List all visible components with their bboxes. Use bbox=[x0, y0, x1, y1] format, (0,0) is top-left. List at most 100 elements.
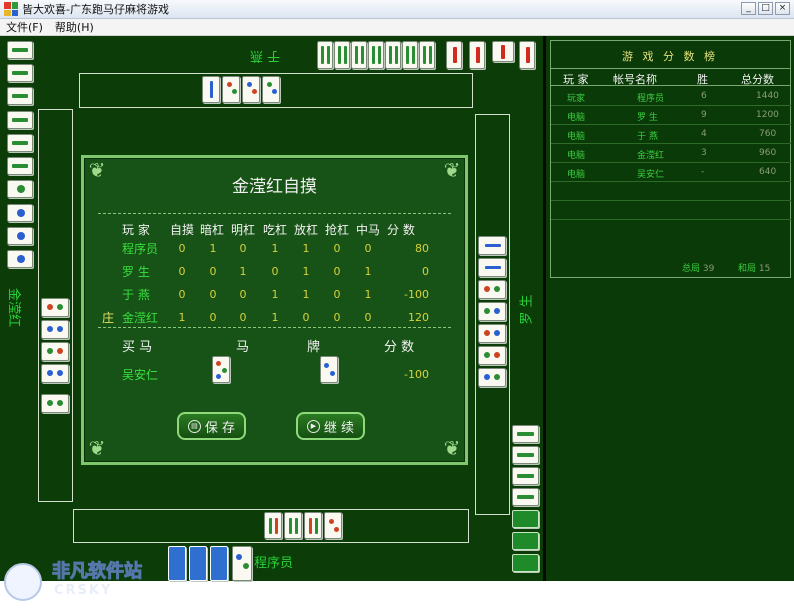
south-discard-tile bbox=[264, 512, 282, 539]
north-hand-tile bbox=[419, 41, 435, 69]
east-hand-tile bbox=[512, 425, 539, 443]
scoreboard-title: 游 戏 分 数 榜 bbox=[622, 50, 718, 63]
row-value: 0 bbox=[178, 288, 186, 301]
buy-header-player: 买 马 bbox=[122, 340, 153, 355]
south-hand-tile[interactable] bbox=[210, 546, 228, 581]
row-value: 1 bbox=[178, 311, 186, 324]
south-hand-tile[interactable] bbox=[168, 546, 186, 581]
scoreboard-header: 玩 家 帐号名称 胜 总分数 bbox=[551, 68, 791, 86]
west-hand-tile bbox=[7, 64, 33, 82]
row-value: 0 bbox=[333, 311, 341, 324]
scoreboard-row: 玩家 程序员 6 1440 bbox=[551, 87, 791, 106]
east-discard-tile bbox=[478, 346, 506, 365]
north-hand-tile bbox=[334, 41, 350, 69]
col-header-minggang: 明杠 bbox=[231, 223, 256, 237]
title-bar: 皆大欢喜-广东跑马仔麻将游戏 _ □ × bbox=[0, 0, 794, 19]
continue-button[interactable]: ▶ 继 续 bbox=[296, 412, 365, 440]
west-hand-tile bbox=[7, 87, 33, 105]
east-hand-tile bbox=[512, 554, 539, 572]
close-button[interactable]: × bbox=[775, 2, 790, 15]
sb-type: 电脑 bbox=[567, 113, 586, 123]
scoreboard-row: 电脑 于 燕 4 760 bbox=[551, 125, 791, 144]
save-button-label: 保 存 bbox=[204, 420, 236, 436]
row-value: 1 bbox=[271, 242, 279, 255]
north-discard-tile bbox=[222, 76, 240, 103]
row-value: 0 bbox=[302, 311, 310, 324]
window-title: 皆大欢喜-广东跑马仔麻将游戏 bbox=[22, 3, 169, 16]
sb-wins: 9 bbox=[701, 110, 707, 120]
sb-total: 640 bbox=[759, 167, 777, 177]
row-score: 120 bbox=[408, 311, 429, 324]
row-value: 1 bbox=[271, 288, 279, 301]
row-value: 0 bbox=[209, 311, 217, 324]
row-value: 0 bbox=[364, 311, 372, 324]
east-hand-tile bbox=[512, 467, 539, 485]
sb-wins: 3 bbox=[701, 148, 707, 158]
north-hand-tile bbox=[446, 41, 462, 69]
sb-total: 1200 bbox=[756, 110, 779, 120]
sb-total: 1440 bbox=[756, 91, 779, 101]
buy-header-score: 分 数 bbox=[384, 340, 415, 355]
draw-games: 和局 15 bbox=[738, 261, 770, 274]
scoreboard-row: 电脑 吴安仁 - 640 bbox=[551, 163, 791, 182]
watermark-subtext: CRSKY bbox=[54, 583, 113, 598]
north-hand-tile bbox=[317, 41, 333, 69]
row-player-name: 罗 生 bbox=[122, 265, 150, 279]
row-value: 1 bbox=[209, 242, 217, 255]
save-icon: ▤ bbox=[187, 419, 201, 433]
corner-ornament-icon: ❦ bbox=[443, 436, 461, 460]
east-hand-tile bbox=[512, 446, 539, 464]
row-score: 80 bbox=[415, 242, 429, 255]
buy-header-horse: 马 bbox=[236, 340, 250, 355]
west-hand-tile bbox=[7, 250, 33, 268]
row-value: 1 bbox=[364, 288, 372, 301]
row-value: 0 bbox=[178, 242, 186, 255]
south-discard-tile bbox=[284, 512, 302, 539]
minimize-button[interactable]: _ bbox=[741, 2, 756, 15]
south-hand-tile[interactable] bbox=[189, 546, 207, 581]
sb-total: 960 bbox=[759, 148, 777, 158]
divider bbox=[98, 327, 451, 328]
row-score: -100 bbox=[404, 288, 429, 301]
north-hand-tile bbox=[519, 41, 535, 69]
row-value: 0 bbox=[364, 242, 372, 255]
sb-wins: 4 bbox=[701, 129, 707, 139]
scoreboard-row: 电脑 罗 生 9 1200 bbox=[551, 106, 791, 125]
east-hand-tile bbox=[512, 510, 539, 528]
maximize-button[interactable]: □ bbox=[758, 2, 773, 15]
south-hand-tile[interactable] bbox=[232, 546, 252, 581]
menu-bar: 文件(F) 帮助(H) bbox=[0, 19, 794, 36]
north-discard-tile bbox=[202, 76, 220, 103]
total-games: 总局 39 bbox=[682, 261, 714, 274]
menu-file[interactable]: 文件(F) bbox=[0, 19, 49, 35]
row-value: 0 bbox=[178, 265, 186, 278]
sb-name: 程序员 bbox=[637, 94, 665, 104]
row-value: 1 bbox=[302, 288, 310, 301]
row-value: 0 bbox=[271, 265, 279, 278]
buy-horse-tile bbox=[320, 356, 338, 383]
west-discard-tile bbox=[41, 320, 69, 339]
row-value: 0 bbox=[333, 288, 341, 301]
buy-score: -100 bbox=[404, 368, 429, 381]
row-value: 0 bbox=[333, 242, 341, 255]
total-games-label: 总局 bbox=[682, 264, 701, 274]
row-value: 1 bbox=[239, 265, 247, 278]
north-hand-tile bbox=[492, 41, 514, 62]
west-hand-tile bbox=[7, 41, 33, 59]
row-value: 0 bbox=[333, 265, 341, 278]
col-header-qianggang: 抢杠 bbox=[325, 223, 350, 237]
north-discard-tile bbox=[242, 76, 260, 103]
south-discard-tile bbox=[324, 512, 342, 539]
row-value: 0 bbox=[239, 242, 247, 255]
north-discard-tile bbox=[262, 76, 280, 103]
east-discard-tile bbox=[478, 236, 506, 255]
west-hand-tile bbox=[7, 227, 33, 245]
menu-help[interactable]: 帮助(H) bbox=[49, 19, 100, 35]
col-header-zimo: 自摸 bbox=[170, 223, 195, 237]
west-discard-tile bbox=[41, 394, 69, 413]
play-icon: ▶ bbox=[306, 419, 320, 433]
window-controls: _ □ × bbox=[741, 2, 790, 15]
score-dialog: ❦ ❦ ❦ ❦ 金滢红自摸 玩 家 自摸 暗杠 明杠 吃杠 放杠 抢杠 中马 分… bbox=[81, 155, 468, 465]
scoreboard-row: 电脑 金滢红 3 960 bbox=[551, 144, 791, 163]
save-button[interactable]: ▤ 保 存 bbox=[177, 412, 246, 440]
